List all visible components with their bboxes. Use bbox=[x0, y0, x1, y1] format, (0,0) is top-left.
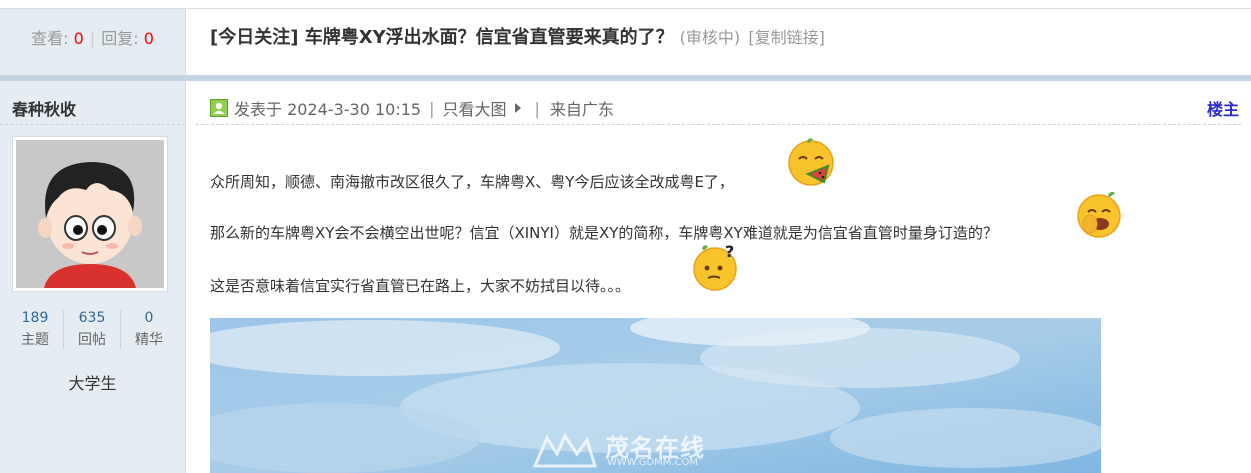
svg-text:?: ? bbox=[725, 242, 734, 261]
question-emoji-icon: ? bbox=[693, 242, 737, 291]
post-location: 来自广东 bbox=[549, 100, 614, 119]
site-logo-icon bbox=[532, 432, 598, 468]
watermelon-emoji-icon bbox=[788, 138, 834, 186]
avatar[interactable] bbox=[13, 137, 167, 291]
watermark: 茂名在线 WWW.GDMM.COM bbox=[532, 432, 704, 472]
author-stat-replies[interactable]: 635 回帖 bbox=[64, 310, 121, 349]
post-paragraph: 众所周知，顺德、南海撤市改区很久了，车牌粤X、粤Y今后应该全改成粤E了， bbox=[210, 173, 734, 191]
online-status-icon bbox=[210, 99, 228, 117]
views-label: 查看: bbox=[31, 29, 69, 48]
stat-label: 主题 bbox=[21, 332, 49, 348]
divider-right bbox=[186, 75, 1251, 81]
author-rank: 大学生 bbox=[68, 374, 117, 393]
floor-label[interactable]: 楼主 bbox=[1207, 96, 1239, 120]
thread-title: [今日关注] 车牌粤XY浮出水面？信宜省直管要来真的了？ bbox=[210, 27, 674, 48]
review-status: (审核中) bbox=[679, 28, 741, 47]
views-count: 0 bbox=[73, 29, 84, 48]
top-border bbox=[0, 0, 1251, 9]
stat-value: 189 bbox=[21, 310, 49, 326]
post-paragraph: 那么新的车牌粤XY会不会横空出世呢？信宜（XINYI）就是XY的简称，车牌粤XY… bbox=[210, 224, 998, 242]
only-author-link[interactable]: 只看大图 bbox=[442, 96, 506, 120]
author-stat-topics[interactable]: 189 主题 bbox=[7, 310, 64, 349]
meta-separator: | bbox=[429, 98, 435, 118]
author-divider bbox=[0, 124, 185, 125]
stat-value: 0 bbox=[144, 310, 154, 326]
replies-label: 回复: bbox=[101, 29, 139, 48]
post-meta: 发表于 2024-3-30 10:15 | 只看大图 | 来自广东 bbox=[210, 96, 614, 120]
author-stats: 189 主题 635 回帖 0 精华 bbox=[7, 310, 177, 349]
divider-left bbox=[0, 75, 185, 81]
stat-value: 635 bbox=[78, 310, 106, 326]
arrow-right-icon[interactable] bbox=[514, 103, 521, 113]
post-paragraph: 这是否意味着信宜实行省直管已在路上，大家不妨拭目以待。。。 bbox=[210, 277, 631, 295]
thread-title-row: [今日关注] 车牌粤XY浮出水面？信宜省直管要来真的了？ (审核中) [复制链接] bbox=[210, 23, 825, 49]
author-name[interactable]: 春种秋收 bbox=[12, 96, 76, 120]
avatar-image bbox=[16, 140, 164, 288]
thread-stats: 查看: 0 | 回复: 0 bbox=[0, 25, 185, 49]
replies-count: 0 bbox=[143, 29, 154, 48]
post-time: 发表于 2024-3-30 10:15 bbox=[234, 100, 422, 119]
meta-divider bbox=[196, 124, 1241, 125]
watermark-url: WWW.GDMM.COM bbox=[607, 457, 699, 468]
copy-link-button[interactable]: [复制链接] bbox=[748, 28, 825, 47]
laugh-emoji-icon bbox=[1077, 191, 1121, 238]
author-stat-digest[interactable]: 0 精华 bbox=[121, 310, 177, 349]
meta-separator: | bbox=[534, 98, 540, 118]
stat-label: 回帖 bbox=[78, 332, 106, 348]
stats-separator: | bbox=[89, 29, 96, 48]
stat-label: 精华 bbox=[135, 332, 163, 348]
